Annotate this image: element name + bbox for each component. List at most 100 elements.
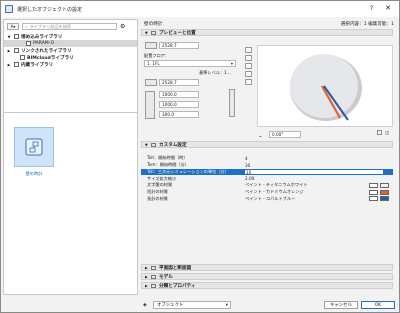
parameter-name: サイズ拡大縮小 (147, 175, 177, 181)
offset-field-3[interactable]: 300.0 (159, 111, 199, 118)
material-color-swatch[interactable] (380, 189, 389, 195)
offset-icon (145, 91, 155, 119)
parameter-row[interactable]: 短針の材質 ペイント - カドミウムオレンジ (141, 189, 393, 196)
ok-button[interactable]: OK (361, 301, 395, 309)
layer-select[interactable]: オブジェクト ▾ (153, 301, 231, 309)
library-icon (14, 48, 19, 53)
tree-item[interactable]: ▼ 埋め込みライブラリ (4, 33, 137, 40)
search-input[interactable]: ⌕ ライブラリ部品を検索 (22, 23, 117, 30)
preview-icon (151, 30, 156, 35)
preview-canvas[interactable] (257, 45, 393, 127)
parameter-value[interactable]: 30 (245, 163, 250, 168)
cancel-button[interactable]: キャンセル (324, 301, 358, 309)
tree-item[interactable]: ▶ 内蔵ライブラリ (4, 61, 137, 68)
search-placeholder: ライブラリ部品を検索 (29, 23, 72, 29)
floor-value: 1. 1FL (147, 61, 160, 66)
anchor-icon[interactable] (229, 89, 235, 117)
section-icon (151, 283, 156, 288)
height-field[interactable]: 2528.7 (159, 79, 199, 86)
parameter-value[interactable]: ペイント - ティタニウムホワイト (245, 182, 308, 188)
parameter-value[interactable]: 10 (244, 168, 384, 176)
section-header[interactable]: ▶ 平面図と断面図 (141, 264, 393, 271)
section-header[interactable]: ▶ 分類とプロパティ (141, 282, 393, 289)
parameter-value[interactable]: ペイント - カドミウムオレンジ (245, 189, 304, 195)
object-name: 壁の時計 (144, 21, 163, 27)
selection-status: 選択内容：1 編集可能：1 (340, 21, 394, 27)
settings-panel: 壁の時計 選択内容：1 編集可能：1 ▼ プレビューと位置 2528.7 配置フ… (141, 19, 398, 295)
gear-icon[interactable]: ⚙ (120, 23, 125, 30)
tree-item[interactable]: PARAM-O (4, 40, 137, 47)
mirror-checkbox[interactable] (377, 130, 382, 135)
dialog-window: 選択したオブジェクトの設定 ? ✕ A▾ ⌕ ライブラリ部品を検索 ⚙ ▼ 埋め込… (0, 0, 400, 313)
tree-item-label: 埋め込みライブラリ (21, 34, 63, 40)
preview-section: 2528.7 配置フロア: 1. 1FL ▾ 基準レベル：1... 2528.7… (141, 37, 393, 141)
section-label: 平面図と断面図 (159, 265, 192, 271)
title-bar: 選択したオブジェクトの設定 ? ✕ (1, 1, 399, 17)
section-label: 分類とプロパティ (159, 283, 196, 289)
material-color-swatch[interactable] (380, 182, 389, 188)
material-color-swatch[interactable] (380, 196, 389, 202)
help-button[interactable]: ? (370, 5, 373, 12)
angle-icon: ⦟ (259, 133, 262, 138)
close-button[interactable]: ✕ (385, 4, 391, 12)
library-icon (14, 62, 19, 67)
view-front-icon[interactable] (245, 71, 252, 77)
parameter-row[interactable]: 長針の材質 ペイント - コバルトブルー (141, 196, 393, 203)
material-swatch[interactable] (369, 196, 378, 202)
angle-field[interactable]: 0.00° (269, 131, 301, 138)
parameter-name: Tsh：三次元シミュレーションの単位（分） (147, 168, 229, 174)
object-header: 壁の時計 選択内容：1 編集可能：1 (141, 19, 398, 28)
tree-arrow-icon[interactable]: ▶ (6, 63, 12, 67)
material-swatch[interactable] (369, 189, 378, 195)
elevation-label[interactable]: 基準レベル：1... (199, 70, 231, 76)
parameter-row[interactable]: 文字盤の材質 ペイント - ティタニウムホワイト (141, 182, 393, 189)
parameter-row[interactable]: Toh：開始時間（時） 4 (141, 155, 393, 162)
parameter-name: 短針の材質 (147, 189, 168, 195)
tree-arrow-icon[interactable]: ▼ (6, 35, 12, 39)
parameter-row[interactable]: サイズ拡大縮小 2.00 (141, 175, 393, 182)
tree-item[interactable]: BIMcloudライブラリ (4, 54, 137, 61)
view-render-icon[interactable] (245, 79, 252, 85)
clock-preview (290, 54, 362, 121)
width-field[interactable]: 2528.7 (159, 42, 199, 49)
chevron-down-icon: ▾ (230, 61, 233, 66)
object-thumbnail[interactable] (14, 127, 54, 167)
tree-item[interactable]: ▶ リンクされたライブラリ (4, 47, 137, 54)
view-3d-icon[interactable] (245, 55, 252, 61)
parameter-name: 文字盤の材質 (147, 182, 173, 188)
tree-item-label: 内蔵ライブラリ (21, 62, 54, 68)
tree-item-label: BIMcloudライブラリ (27, 55, 74, 61)
preview-tools (245, 45, 255, 87)
view-mode-button[interactable]: A▾ (7, 23, 19, 30)
search-icon: ⌕ (25, 24, 28, 29)
floor-select[interactable]: 1. 1FL ▾ (144, 60, 236, 67)
tree-arrow-icon[interactable]: ▶ (6, 49, 12, 53)
thumbnail-label: 壁の時計 (25, 171, 43, 176)
footer: ◈ オブジェクト ▾ キャンセル OK (1, 297, 399, 312)
parameter-value[interactable]: 4 (245, 156, 248, 161)
view-2d-icon[interactable] (245, 47, 252, 53)
section-custom-label: カスタム設定 (159, 142, 187, 148)
section-label: モデル (159, 274, 173, 280)
section-icon (151, 265, 156, 270)
offset-field-2[interactable]: 1000.0 (159, 101, 199, 108)
parameter-value[interactable]: ペイント - コバルトブルー (245, 196, 295, 202)
custom-settings-icon (151, 142, 156, 147)
parameter-row[interactable]: Tom：開始時間（分） 30 (141, 162, 393, 169)
width-icon (145, 42, 157, 49)
library-icon (20, 55, 25, 60)
section-custom-header[interactable]: ▼ カスタム設定 (141, 141, 393, 148)
layer-value: オブジェクト (157, 303, 184, 308)
tree-item-label: リンクされたライブラリ (21, 48, 72, 54)
section-preview-header[interactable]: ▼ プレビューと位置 (141, 29, 393, 36)
parameter-row[interactable]: Tsh：三次元シミュレーションの単位（分） 10 (141, 168, 393, 176)
thumbnail-area: 壁の時計 (8, 113, 68, 185)
section-header[interactable]: ▶ モデル (141, 273, 393, 280)
layer-icon: ◈ (143, 302, 147, 308)
material-swatch[interactable] (369, 182, 378, 188)
parameter-value[interactable]: 2.00 (245, 176, 254, 181)
library-icon (14, 34, 19, 39)
view-side-icon[interactable] (245, 63, 252, 69)
floor-label: 配置フロア: (144, 53, 167, 58)
offset-field-1[interactable]: 1000.0 (159, 91, 199, 98)
